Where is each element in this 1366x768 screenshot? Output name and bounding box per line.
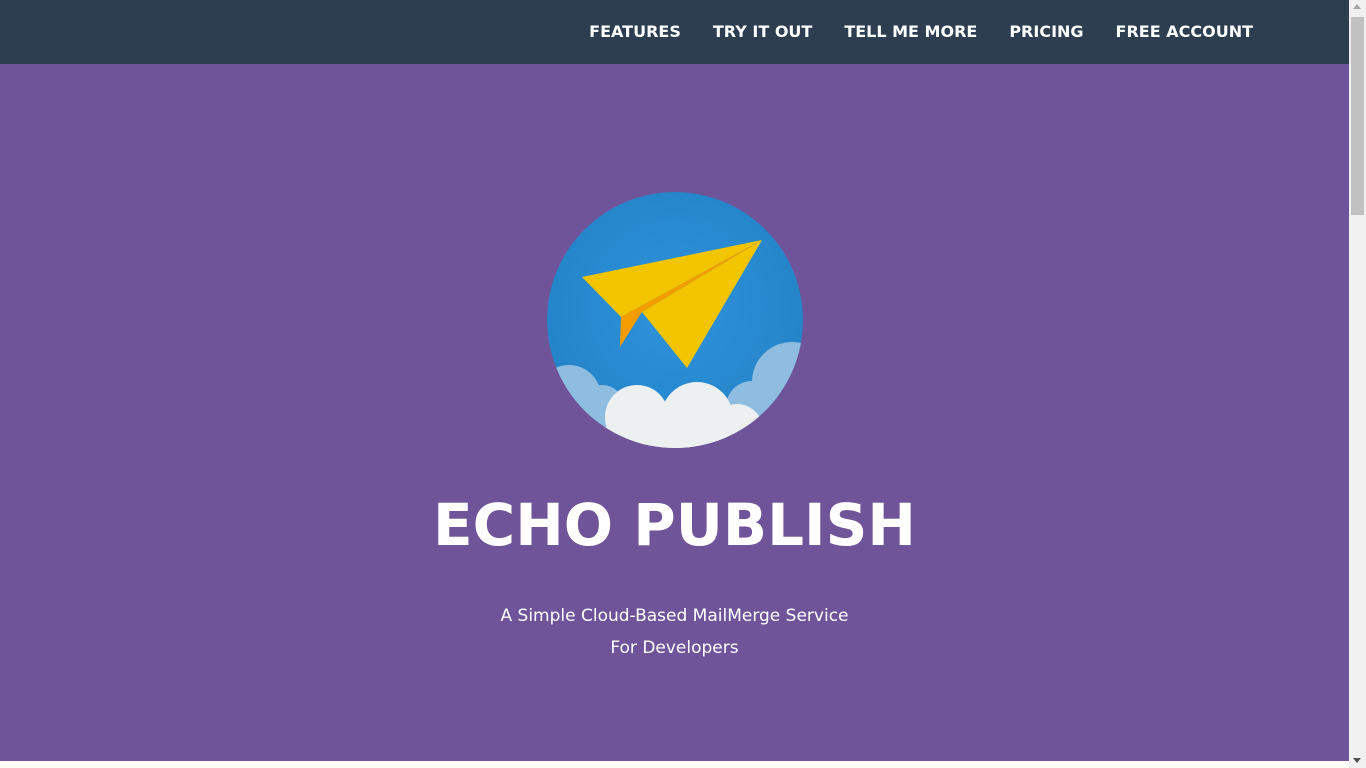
hero-subtitle-line-2: For Developers: [610, 638, 739, 658]
scrollbar-thumb[interactable]: [1351, 17, 1364, 215]
hero-subtitle: A Simple Cloud-Based MailMerge Service F…: [0, 600, 1349, 664]
nav-link-free-account[interactable]: FREE ACCOUNT: [1100, 0, 1269, 64]
hero-subtitle-line-1: A Simple Cloud-Based MailMerge Service: [500, 606, 849, 626]
nav-link-tell-me-more[interactable]: TELL ME MORE: [828, 0, 993, 64]
top-navbar: FEATURES TRY IT OUT TELL ME MORE PRICING…: [0, 0, 1349, 64]
logo-graphic: [547, 192, 803, 448]
paper-plane-logo-icon: [547, 192, 803, 448]
nav-link-try-it-out[interactable]: TRY IT OUT: [697, 0, 828, 64]
hero-title: ECHO PUBLISH: [433, 491, 916, 559]
nav-link-features[interactable]: FEATURES: [573, 0, 697, 64]
browser-viewport: FEATURES TRY IT OUT TELL ME MORE PRICING…: [0, 0, 1366, 768]
page-content: FEATURES TRY IT OUT TELL ME MORE PRICING…: [0, 0, 1349, 768]
hero-section: ECHO PUBLISH A Simple Cloud-Based MailMe…: [0, 64, 1349, 768]
vertical-scrollbar[interactable]: [1349, 0, 1366, 768]
scroll-up-arrow-icon[interactable]: [1353, 4, 1361, 9]
scroll-down-arrow-icon[interactable]: [1353, 758, 1361, 763]
bottom-edge-strip: [0, 761, 1349, 768]
nav-link-pricing[interactable]: PRICING: [993, 0, 1099, 64]
nav-links: FEATURES TRY IT OUT TELL ME MORE PRICING…: [573, 0, 1269, 64]
